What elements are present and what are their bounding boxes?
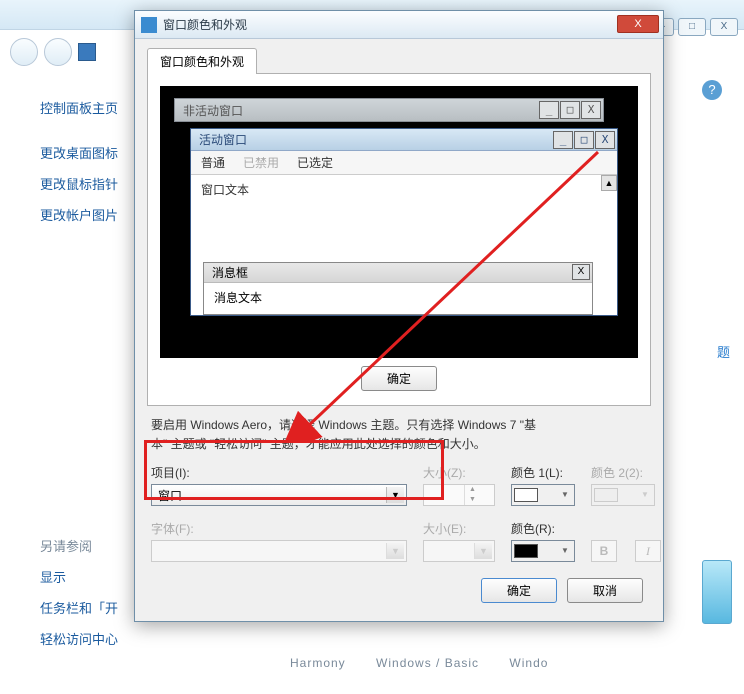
dialog-footer: 确定 取消 xyxy=(147,562,651,607)
preview-msgbox-text: 消息文本 xyxy=(204,283,592,314)
parent-close-button[interactable]: X xyxy=(710,18,738,36)
font-row: 字体(F): ▼ 大小(E): ▼ 颜色(R): ▼ xyxy=(147,506,651,562)
font-combobox: ▼ xyxy=(151,540,407,562)
preview-message-box: 消息框 X 消息文本 xyxy=(203,262,593,315)
preview-menu-normal: 普通 xyxy=(201,154,225,171)
preview-active-min-icon: _ xyxy=(553,131,573,149)
color2-arrow-icon: ▼ xyxy=(638,487,652,503)
dialog-titlebar[interactable]: 窗口颜色和外观 X xyxy=(135,11,663,39)
preview-menu-disabled: 已禁用 xyxy=(243,154,279,171)
preview-msgbox-titlebar: 消息框 X xyxy=(204,263,592,283)
preview-container: 非活动窗口 _ □ X 活动窗口 _ □ X xyxy=(147,74,651,406)
preview-active-window: 活动窗口 _ □ X 普通 已禁用 已选定 窗口文本 ▲ xyxy=(190,128,618,316)
fontcolor-arrow-icon: ▼ xyxy=(558,543,572,559)
address-bar-icon xyxy=(78,43,96,61)
sidebar-link-account-picture[interactable]: 更改帐户图片 xyxy=(40,199,140,230)
spin-up-icon: ▲ xyxy=(465,485,480,495)
right-cutoff-text: 题 xyxy=(717,342,730,361)
size-label: 大小(Z): xyxy=(423,464,495,484)
color1-arrow-icon: ▼ xyxy=(558,487,572,503)
dialog-title: 窗口颜色和外观 xyxy=(163,16,247,33)
color1-label: 颜色 1(L): xyxy=(511,464,575,484)
item-label: 项目(I): xyxy=(151,464,407,484)
preview-inactive-max-icon: □ xyxy=(560,101,580,119)
sidebar-link-mouse-pointer[interactable]: 更改鼠标指针 xyxy=(40,168,140,199)
item-row: 项目(I): 窗口 ▼ 大小(Z): ▲▼ 颜色 1(L): ▼ xyxy=(147,458,651,506)
spin-down-icon: ▼ xyxy=(465,495,480,505)
seealso-display[interactable]: 显示 xyxy=(40,561,140,592)
desc-line1: 要启用 Windows Aero，请选择 Windows 主题。只有选择 Win… xyxy=(151,418,536,432)
color2-swatch xyxy=(594,488,618,502)
fontsize-label: 大小(E): xyxy=(423,520,495,540)
font-arrow-icon: ▼ xyxy=(386,543,404,559)
dropdown-arrow-icon: ▼ xyxy=(386,487,404,503)
color1-swatch xyxy=(514,488,538,502)
color1-picker[interactable]: ▼ xyxy=(511,484,575,506)
preview-menubar: 普通 已禁用 已选定 xyxy=(191,151,617,175)
preview-content-area: 窗口文本 ▲ 消息框 X 消息文本 xyxy=(191,175,617,315)
nav-forward-button[interactable] xyxy=(44,38,72,66)
help-icon[interactable]: ? xyxy=(702,80,722,100)
preview-inactive-titlebar: 非活动窗口 _ □ X xyxy=(174,98,604,122)
seealso-heading: 另请参阅 xyxy=(40,530,140,561)
theme-harmony: Harmony xyxy=(290,656,346,670)
preview-active-titlebar: 活动窗口 _ □ X xyxy=(191,129,617,151)
color2-label: 颜色 2(2): xyxy=(591,464,655,484)
preview-scrollbar-up-icon: ▲ xyxy=(601,175,617,191)
preview-ok-button: 确定 xyxy=(361,366,437,391)
seealso-taskbar[interactable]: 任务栏和「开 xyxy=(40,592,140,623)
preview-inactive-title-text: 非活动窗口 xyxy=(183,102,243,119)
preview-active-title-text: 活动窗口 xyxy=(199,131,247,148)
fontsize-arrow-icon: ▼ xyxy=(474,543,492,559)
bold-button: B xyxy=(591,540,617,562)
tab-appearance[interactable]: 窗口颜色和外观 xyxy=(147,48,257,74)
sidebar-home-link[interactable]: 控制面板主页 xyxy=(40,92,140,123)
size-spinner: ▲▼ xyxy=(423,484,495,506)
parent-nav-toolbar xyxy=(10,38,96,66)
parent-maximize-button[interactable]: □ xyxy=(678,18,706,36)
preview-msgbox-close-icon: X xyxy=(572,264,590,280)
right-decorative-bar xyxy=(702,560,732,624)
preview-menu-selected: 已选定 xyxy=(297,154,333,171)
preview-area: 非活动窗口 _ □ X 活动窗口 _ □ X xyxy=(160,86,638,358)
fontcolor-label: 颜色(R): xyxy=(511,520,575,540)
theme-win7-basic: Windows / Basic xyxy=(376,656,479,670)
preview-ok-row: 确定 xyxy=(160,358,638,405)
fontsize-combobox: ▼ xyxy=(423,540,495,562)
description-text: 要启用 Windows Aero，请选择 Windows 主题。只有选择 Win… xyxy=(147,406,651,458)
italic-button: I xyxy=(635,540,661,562)
theme-names-row: Harmony Windows / Basic Windo xyxy=(290,656,574,670)
color2-picker: ▼ xyxy=(591,484,655,506)
preview-inactive-close-icon: X xyxy=(581,101,601,119)
sidebar: 控制面板主页 更改桌面图标 更改鼠标指针 更改帐户图片 另请参阅 显示 任务栏和… xyxy=(40,92,140,654)
dialog-icon xyxy=(141,17,157,33)
font-label: 字体(F): xyxy=(151,520,407,540)
tab-strip: 窗口颜色和外观 xyxy=(147,47,651,74)
nav-back-button[interactable] xyxy=(10,38,38,66)
preview-msgbox-title-text: 消息框 xyxy=(212,266,248,280)
item-value: 窗口 xyxy=(158,487,182,504)
fontcolor-swatch xyxy=(514,544,538,558)
preview-active-close-icon: X xyxy=(595,131,615,149)
desc-line2: 本" 主题或 "轻松访问" 主题，才能应用此处选择的颜色和大小。 xyxy=(151,437,486,451)
preview-window-text: 窗口文本 xyxy=(191,175,617,204)
dialog-close-button[interactable]: X xyxy=(617,15,659,33)
size-input xyxy=(424,485,464,505)
ok-button[interactable]: 确定 xyxy=(481,578,557,603)
fontcolor-picker[interactable]: ▼ xyxy=(511,540,575,562)
preview-active-max-icon: □ xyxy=(574,131,594,149)
item-combobox[interactable]: 窗口 ▼ xyxy=(151,484,407,506)
appearance-dialog: 窗口颜色和外观 X 窗口颜色和外观 非活动窗口 _ □ X xyxy=(134,10,664,622)
preview-inactive-window: 非活动窗口 _ □ X xyxy=(174,98,604,122)
theme-cutoff: Windo xyxy=(509,656,548,670)
preview-inactive-min-icon: _ xyxy=(539,101,559,119)
dialog-body: 窗口颜色和外观 非活动窗口 _ □ X 活动窗口 xyxy=(135,39,663,621)
sidebar-link-desktop-icons[interactable]: 更改桌面图标 xyxy=(40,137,140,168)
seealso-ease-of-access[interactable]: 轻松访问中心 xyxy=(40,623,140,654)
cancel-button[interactable]: 取消 xyxy=(567,578,643,603)
